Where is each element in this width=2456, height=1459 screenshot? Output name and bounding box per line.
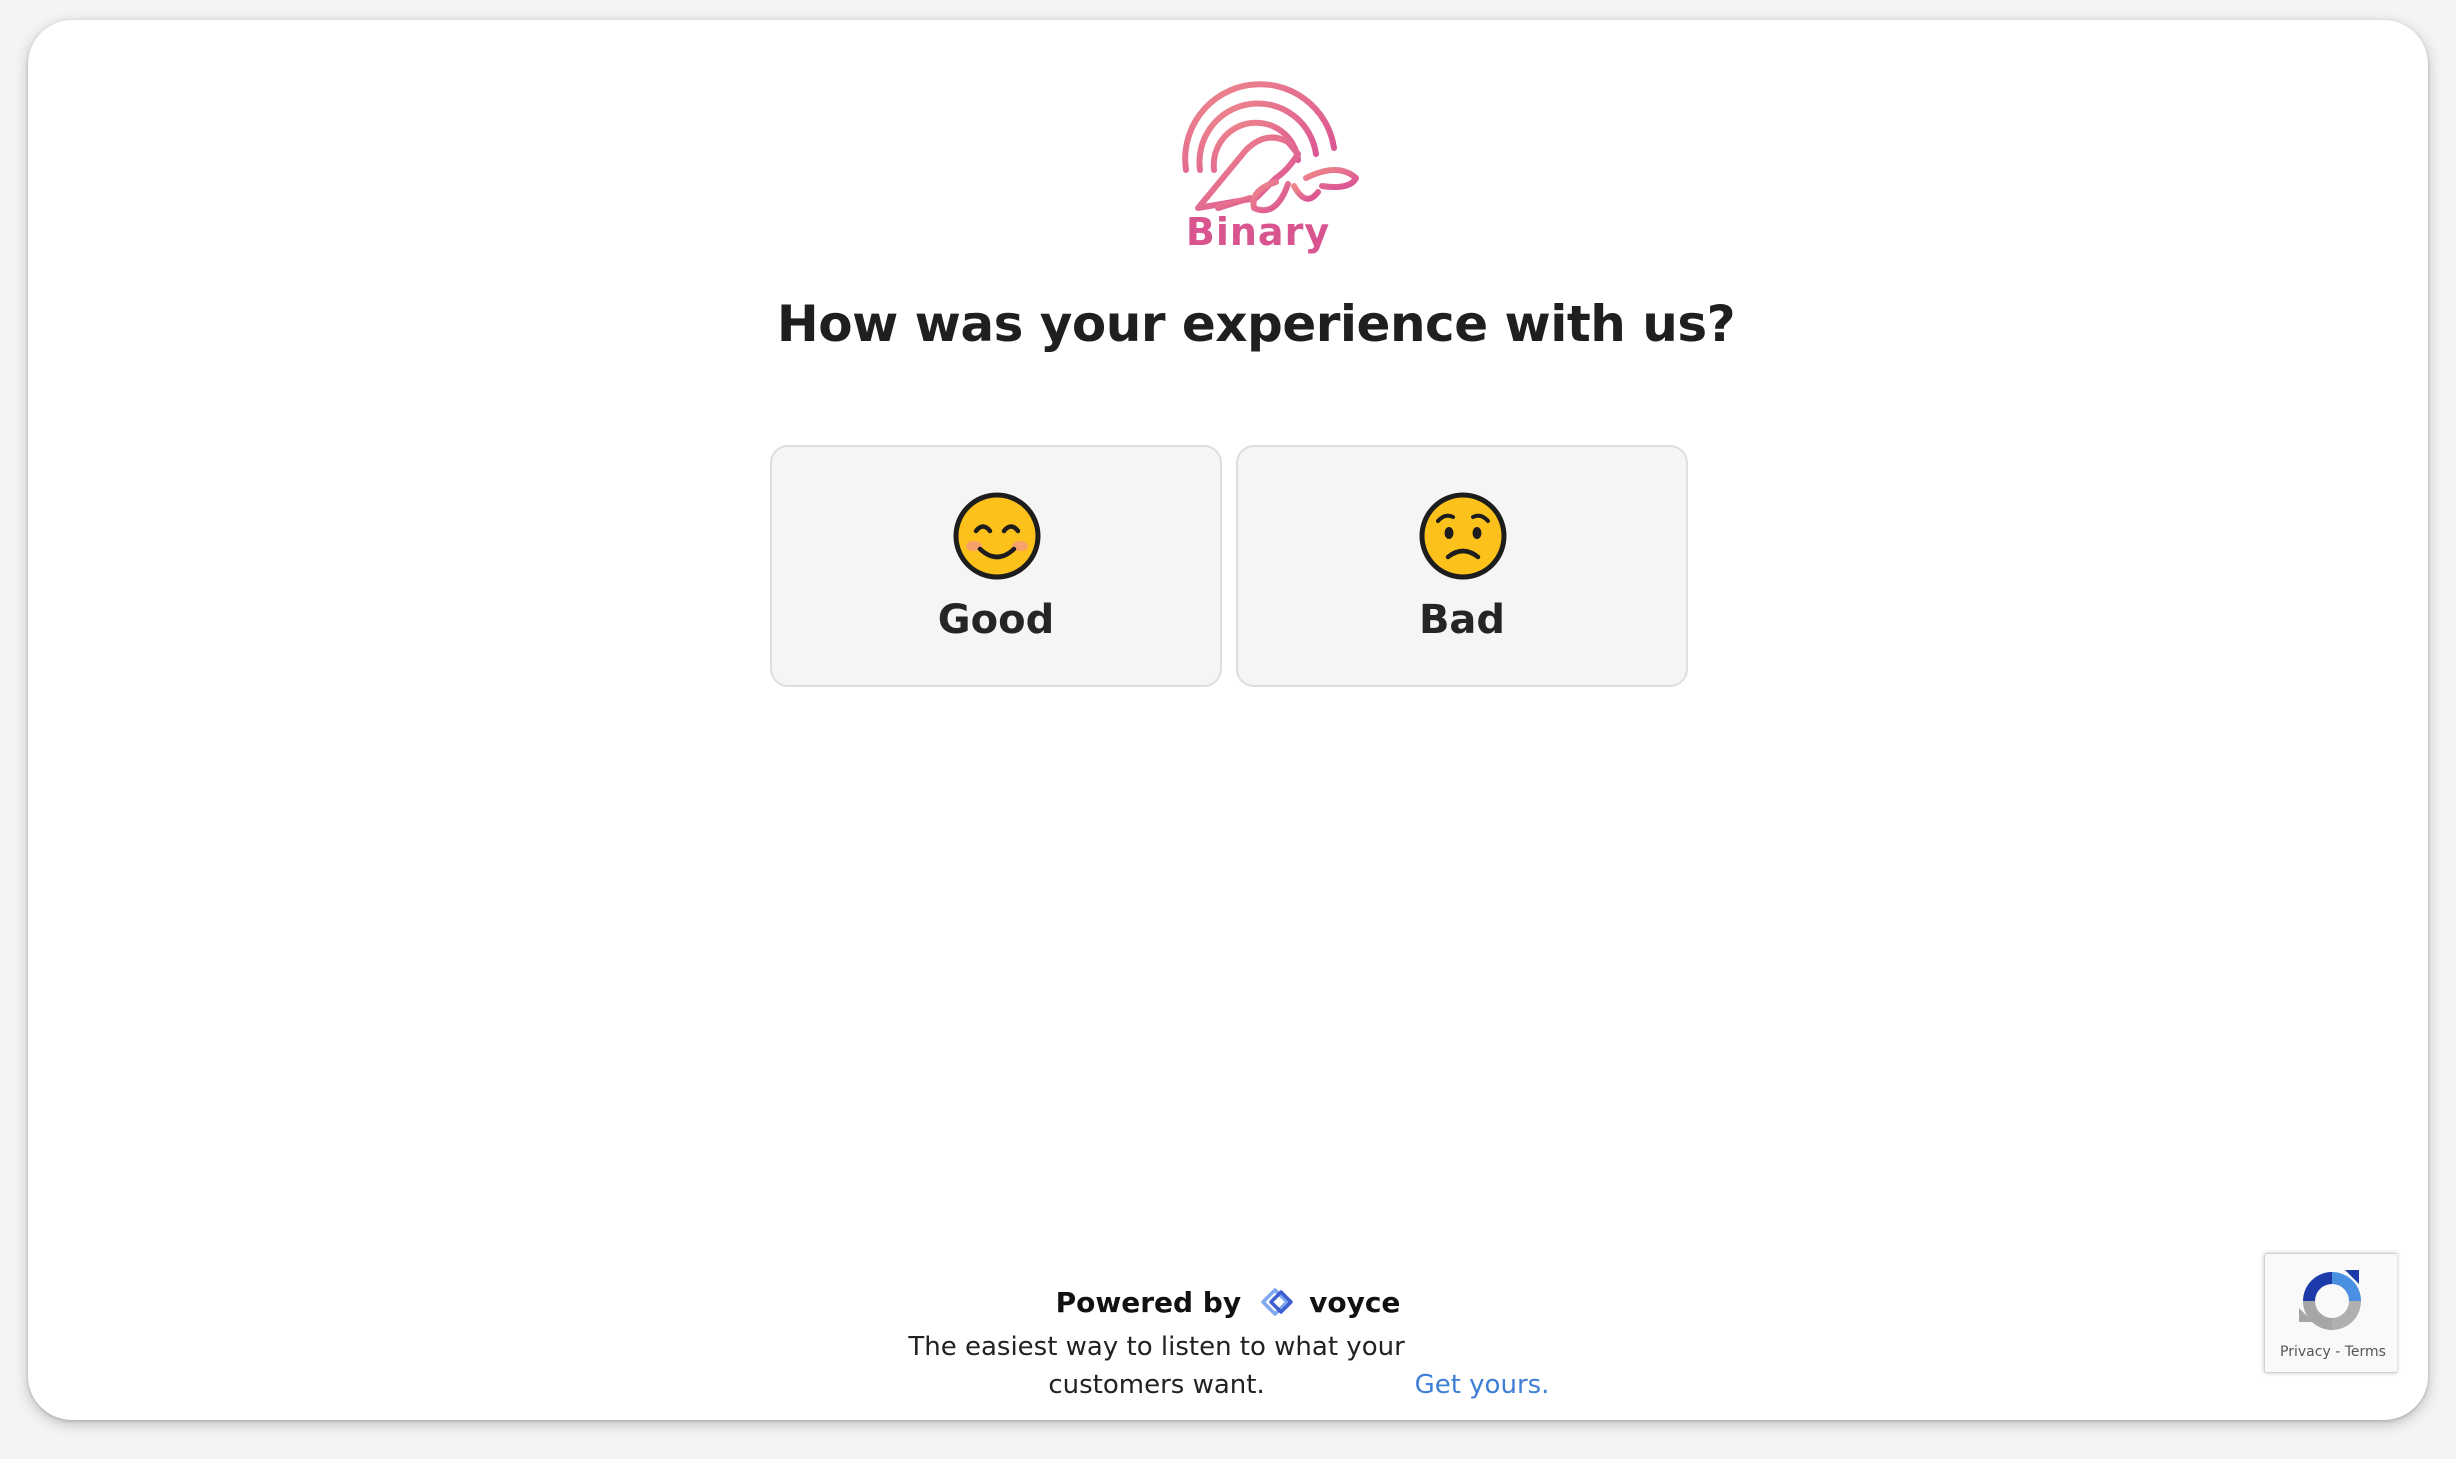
survey-card: Binary How was your experience with us? … <box>28 20 2428 1420</box>
voyce-logo-icon <box>1261 1288 1293 1316</box>
footer-tagline: The easiest way to listen to what your c… <box>28 1328 2428 1404</box>
good-option-label: Good <box>937 597 1055 643</box>
worried-face-icon <box>1419 492 1507 580</box>
get-yours-link[interactable]: Get yours. <box>1415 1370 1550 1400</box>
smiling-face-icon <box>953 492 1041 580</box>
voyce-brand-name: voyce <box>1309 1285 1401 1319</box>
rating-options: Good Bad <box>770 445 1700 689</box>
recaptcha-separator: - <box>2335 1344 2341 1360</box>
good-option-button[interactable]: Good <box>770 445 1222 687</box>
recaptcha-icon <box>2299 1270 2361 1330</box>
footer: Powered by voyce The easiest way to list… <box>28 1280 2428 1404</box>
bad-option-label: Bad <box>1418 597 1506 643</box>
tagline-text: The easiest way to listen to what your c… <box>908 1332 1405 1400</box>
recaptcha-links: Privacy - Terms <box>2265 1344 2401 1360</box>
bad-option-button[interactable]: Bad <box>1236 445 1688 687</box>
recaptcha-badge[interactable]: Privacy - Terms <box>2264 1253 2397 1373</box>
bird-logo-icon <box>1182 81 1359 214</box>
brand-name: Binary <box>1185 210 1331 254</box>
powered-by-row: Powered by voyce <box>28 1280 2428 1324</box>
recaptcha-terms-link[interactable]: Terms <box>2345 1344 2386 1360</box>
powered-by-label: Powered by <box>1055 1285 1242 1319</box>
survey-question: How was your experience with us? <box>776 295 1736 353</box>
recaptcha-privacy-link[interactable]: Privacy <box>2280 1344 2331 1360</box>
